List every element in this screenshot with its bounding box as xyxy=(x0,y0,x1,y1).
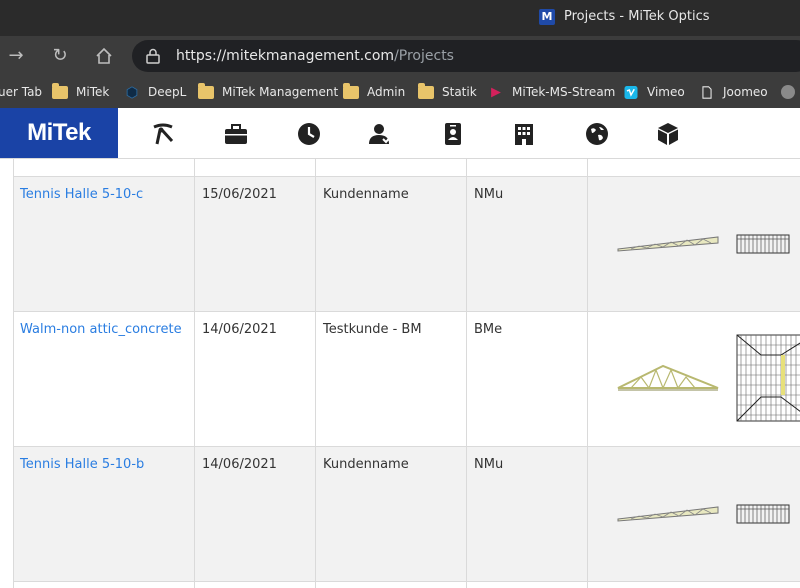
address-bar[interactable]: https://mitekmanagement.com/Projects xyxy=(132,40,800,72)
reload-icon[interactable]: ↻ xyxy=(48,44,72,68)
project-date: 14/06/2021 xyxy=(202,457,277,472)
bookmark-deepl[interactable]: DeepL xyxy=(124,76,186,108)
project-customer: Kundenname xyxy=(323,187,409,202)
bookmark-vimeo[interactable]: Vimeo xyxy=(623,76,685,108)
bookmark-folder-admin[interactable]: Admin xyxy=(343,76,405,108)
globe-icon[interactable] xyxy=(584,121,610,147)
stream-icon xyxy=(491,87,501,97)
truss-elevation-image xyxy=(617,506,719,522)
lock-icon[interactable] xyxy=(146,48,160,64)
folder-icon xyxy=(52,82,68,99)
users-icon[interactable] xyxy=(367,121,393,147)
url-text[interactable]: https://mitekmanagement.com/Projects xyxy=(176,47,454,65)
id-badge-icon[interactable] xyxy=(440,121,466,147)
project-customer: Testkunde - BM xyxy=(323,322,422,337)
projects-table: Tennis Halle 5-10-c 15/06/2021 Kundennam… xyxy=(0,159,800,588)
column-divider xyxy=(315,159,316,588)
roof-plan-image xyxy=(736,504,790,524)
project-thumbnail[interactable] xyxy=(601,177,800,312)
truss-elevation-image xyxy=(617,236,719,252)
window-title: Projects - MiTek Optics xyxy=(564,9,710,24)
bookmark-folder-mitek[interactable]: MiTek xyxy=(52,76,109,108)
project-user: BMe xyxy=(474,322,503,337)
home-icon[interactable] xyxy=(92,44,116,68)
browser-toolbar: → ↻ https://mitekmanagement.com/Projects xyxy=(0,36,800,76)
project-date: 14/06/2021 xyxy=(202,322,277,337)
project-name-link[interactable]: Walm-non attic_concrete xyxy=(20,322,182,338)
gauge-icon[interactable] xyxy=(150,121,176,147)
clock-icon[interactable] xyxy=(296,121,322,147)
truss-elevation-image xyxy=(617,364,719,391)
briefcase-icon[interactable] xyxy=(223,121,249,147)
table-row[interactable]: Walm-non attic_concrete 14/06/2021 Testk… xyxy=(13,311,800,447)
project-user: NMu xyxy=(474,457,504,472)
project-thumbnail[interactable] xyxy=(601,312,800,447)
column-divider xyxy=(466,159,467,588)
box-icon[interactable] xyxy=(655,121,681,147)
bookmark-folder-statik[interactable]: Statik xyxy=(418,76,477,108)
vimeo-icon xyxy=(624,85,638,99)
project-name-link[interactable]: Tennis Halle 5-10-b xyxy=(20,457,144,473)
site-favicon: M xyxy=(539,9,555,25)
roof-plan-image xyxy=(736,334,800,422)
page-icon xyxy=(702,85,712,99)
bookmark-folder-mitek-management[interactable]: MiTek Management xyxy=(198,76,338,108)
bookmark-item[interactable]: uer Tab xyxy=(0,76,42,108)
window-titlebar: M Projects - MiTek Optics xyxy=(0,0,800,36)
column-divider xyxy=(194,159,195,588)
bookmark-overflow[interactable] xyxy=(780,76,796,108)
mitek-logo[interactable]: MiTek xyxy=(0,108,118,158)
bookmark-joomeo[interactable]: Joomeo xyxy=(699,76,768,108)
roof-plan-image xyxy=(736,234,790,254)
forward-icon[interactable]: → xyxy=(4,44,28,68)
project-user: NMu xyxy=(474,187,504,202)
table-row[interactable]: Tennis Halle 5-10-c 15/06/2021 Kundennam… xyxy=(13,176,800,312)
project-name-link[interactable]: Tennis Halle 5-10-c xyxy=(20,187,143,203)
app-header: MiTek xyxy=(0,108,800,159)
bookmark-mitek-ms-stream[interactable]: MiTek-MS-Stream xyxy=(488,76,615,108)
building-icon[interactable] xyxy=(511,121,537,147)
column-divider xyxy=(13,159,14,588)
folder-icon xyxy=(418,82,434,99)
folder-icon xyxy=(343,82,359,99)
folder-icon xyxy=(198,82,214,99)
deepl-icon xyxy=(126,85,138,99)
column-divider xyxy=(587,159,588,588)
table-row xyxy=(13,581,800,588)
project-date: 15/06/2021 xyxy=(202,187,277,202)
project-customer: Kundenname xyxy=(323,457,409,472)
bookmarks-bar: uer Tab MiTek DeepL MiTek Management Adm… xyxy=(0,76,800,108)
table-row[interactable]: Tennis Halle 5-10-b 14/06/2021 Kundennam… xyxy=(13,446,800,582)
project-thumbnail[interactable] xyxy=(601,447,800,582)
bookmark-icon xyxy=(781,85,795,99)
